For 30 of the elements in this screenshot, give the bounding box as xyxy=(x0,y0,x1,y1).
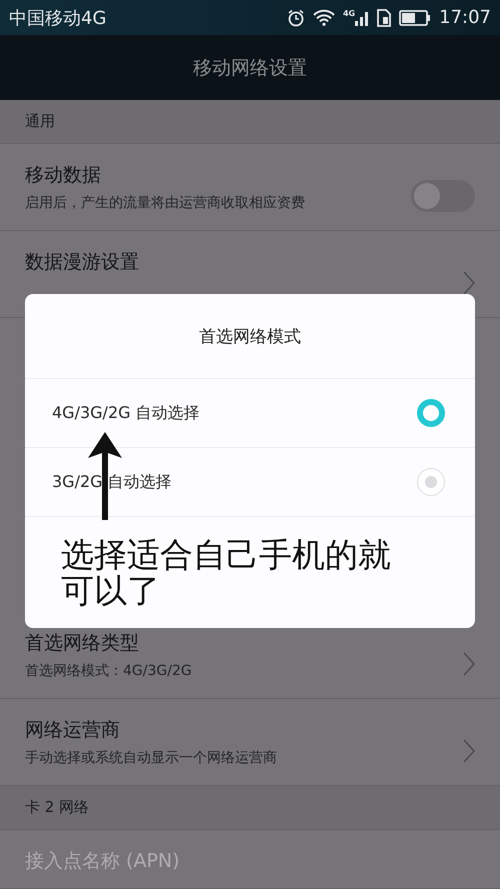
chevron-right-icon xyxy=(463,739,475,763)
option-label: 4G/3G/2G 自动选择 xyxy=(52,402,201,424)
network-type: 4G xyxy=(342,10,356,18)
setting-title: 移动数据 xyxy=(25,163,102,188)
sim-card-icon xyxy=(377,8,392,26)
section-title: 卡 2 网络 xyxy=(25,798,90,817)
setting-subtitle: 手动选择或系统自动显示一个网络运营商 xyxy=(25,749,278,767)
clock: 17:07 xyxy=(439,7,491,28)
option-label: 3G/2G 自动选择 xyxy=(52,472,173,492)
wifi-icon xyxy=(312,9,335,26)
section-title: 通用 xyxy=(25,112,55,131)
chevron-right-icon xyxy=(463,652,475,676)
annotation-text: 选择适合自己手机的就可以了 xyxy=(61,536,392,608)
radio-button[interactable] xyxy=(417,468,445,496)
settings-row[interactable]: 移动数据 启用后，产生的流量将由运营商收取相应资费 xyxy=(0,144,500,231)
setting-title: 数据漫游设置 xyxy=(25,250,140,275)
alarm-icon xyxy=(286,8,305,26)
setting-subtitle: 首选网络模式：4G/3G/2G xyxy=(25,662,193,680)
battery-icon xyxy=(399,10,432,26)
setting-title: 首选网络类型 xyxy=(25,631,140,656)
setting-title: 网络运营商 xyxy=(25,718,121,743)
page-title: 移动网络设置 xyxy=(193,56,307,80)
signal-icon xyxy=(355,10,370,26)
setting-subtitle: 启用后，产生的流量将由运营商收取相应资费 xyxy=(25,194,306,212)
setting-title: 接入点名称 (APN) xyxy=(25,849,181,874)
radio-button[interactable] xyxy=(417,399,445,427)
dialog-title: 首选网络模式 xyxy=(199,326,301,348)
carrier-name: 中国移动4G xyxy=(9,6,108,30)
toggle-switch[interactable] xyxy=(411,180,475,212)
chevron-right-icon xyxy=(463,271,475,295)
